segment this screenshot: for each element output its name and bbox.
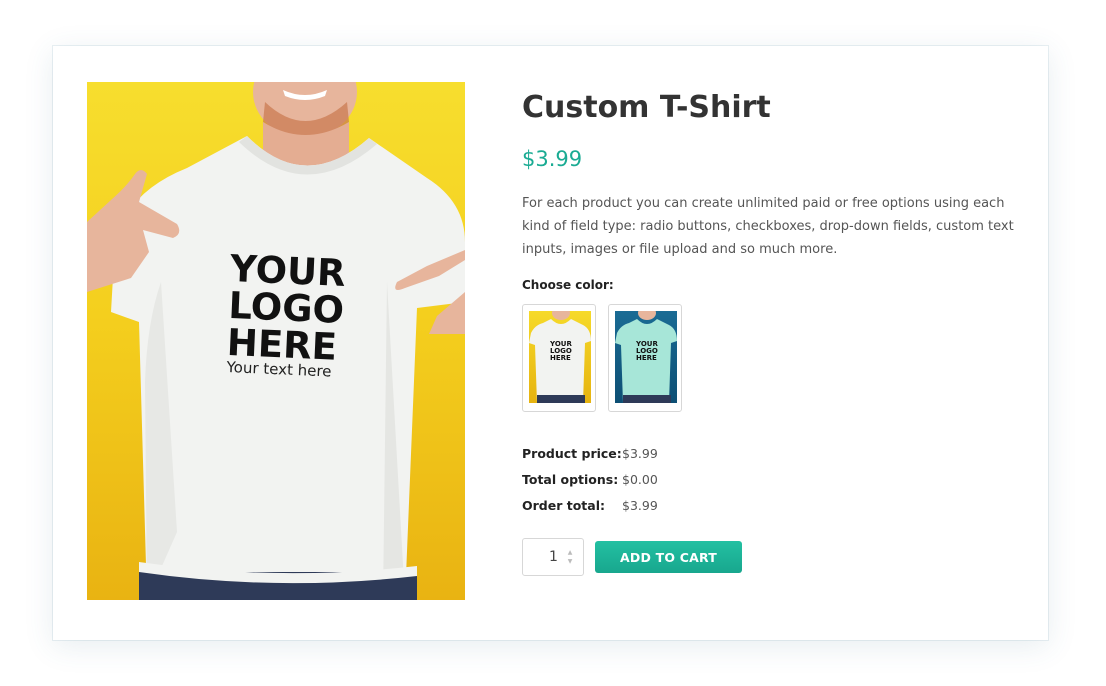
product-price: $3.99 xyxy=(522,147,583,171)
totals-row-order-total: Order total: $3.99 xyxy=(522,492,1022,518)
totals-label: Order total: xyxy=(522,497,605,513)
product-card: YOUR LOGO HERE Your text here Custom T-S… xyxy=(53,46,1048,640)
color-swatch-yellow[interactable]: YOUR LOGO HERE xyxy=(522,304,596,412)
totals-value: $3.99 xyxy=(622,445,658,461)
mini-logo-text: YOUR LOGO HERE xyxy=(550,340,572,362)
product-info: Custom T-Shirt $3.99 For each product yo… xyxy=(522,82,1022,576)
totals-row-total-options: Total options: $0.00 xyxy=(522,466,1022,492)
add-to-cart-row: 1 ▲ ▼ ADD TO CART xyxy=(522,538,1022,576)
color-swatch-blue[interactable]: YOUR LOGO HERE xyxy=(608,304,682,412)
shirt-logo-text: YOUR LOGO HERE xyxy=(226,247,371,369)
totals-value: $0.00 xyxy=(622,471,658,487)
totals-value: $3.99 xyxy=(622,497,658,513)
yellow-shirt-thumbnail: YOUR LOGO HERE xyxy=(529,311,591,403)
choose-color-label: Choose color: xyxy=(522,278,614,292)
order-totals: Product price: $3.99 Total options: $0.0… xyxy=(522,440,1022,518)
add-to-cart-button[interactable]: ADD TO CART xyxy=(595,541,742,573)
product-title: Custom T-Shirt xyxy=(522,90,771,125)
color-swatches: YOUR LOGO HERE YOUR LOGO HERE xyxy=(522,304,1022,412)
totals-label: Total options: xyxy=(522,471,619,487)
blue-shirt-thumbnail: YOUR LOGO HERE xyxy=(615,311,677,403)
quantity-stepper[interactable]: 1 ▲ ▼ xyxy=(522,538,584,576)
product-description: For each product you can create unlimite… xyxy=(522,196,1014,257)
totals-row-product-price: Product price: $3.99 xyxy=(522,440,1022,466)
quantity-value: 1 xyxy=(549,549,558,565)
product-main-image: YOUR LOGO HERE Your text here xyxy=(87,82,465,600)
stepper-arrows-icon[interactable]: ▲ ▼ xyxy=(566,548,574,566)
totals-label: Product price: xyxy=(522,445,622,461)
mini-logo-text: YOUR LOGO HERE xyxy=(636,340,658,362)
